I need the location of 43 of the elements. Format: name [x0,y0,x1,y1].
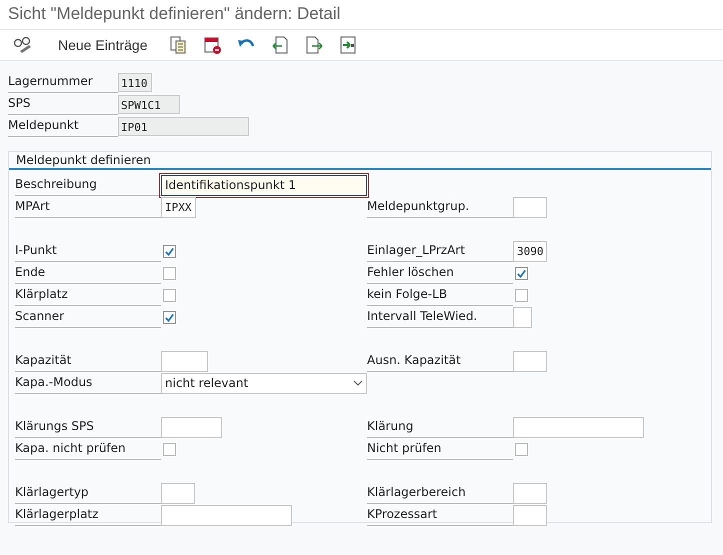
field-label: Fehler löschen [367,262,513,284]
field-label: Nicht prüfen [367,438,513,460]
field-label: Ende [15,262,161,284]
checkbox[interactable] [515,442,528,456]
field-label: Klärplatz [15,284,161,306]
checkbox[interactable] [163,288,176,302]
input-field[interactable] [513,306,532,328]
checkbox[interactable] [163,266,176,280]
dropdown[interactable]: nicht relevant [161,372,367,394]
field-label: Kapa. nicht prüfen [15,438,161,460]
readonly-field: 1110 [118,72,152,92]
readonly-field: IP01 [118,116,249,136]
input-field[interactable] [161,416,222,438]
copy-icon[interactable] [168,35,188,55]
checkbox[interactable] [163,442,176,456]
group-title: Meldepunkt definieren [9,152,711,170]
checkbox[interactable] [515,266,528,280]
window-title: Sicht "Meldepunkt definieren" ändern: Detail [0,0,723,30]
input-field[interactable]: Identifikationspunkt 1 [161,174,367,196]
input-field[interactable] [513,504,547,526]
new-entries-button[interactable]: Neue Einträge [44,37,156,53]
previous-page-icon[interactable] [270,35,290,55]
input-field[interactable] [161,482,195,504]
input-field[interactable] [513,196,547,218]
input-field[interactable]: 3090 [513,240,547,262]
field-label: Scanner [15,306,161,328]
input-field[interactable] [513,482,547,504]
field-label: I-Punkt [15,240,161,262]
glasses-icon[interactable] [12,35,32,55]
checkbox[interactable] [163,244,176,258]
field-label: kein Folge-LB [367,284,513,306]
input-field[interactable] [161,504,292,526]
transfer-icon[interactable] [338,35,358,55]
readonly-field: SPW1C1 [118,94,180,114]
input-field[interactable]: IPXX [161,196,196,218]
input-field[interactable] [513,416,644,438]
delete-row-icon[interactable] [202,35,222,55]
input-field[interactable] [161,350,208,372]
checkbox[interactable] [163,310,176,324]
next-page-icon[interactable] [304,35,324,55]
caret-icon [353,380,363,386]
checkbox[interactable] [515,288,528,302]
input-field[interactable] [513,350,547,372]
